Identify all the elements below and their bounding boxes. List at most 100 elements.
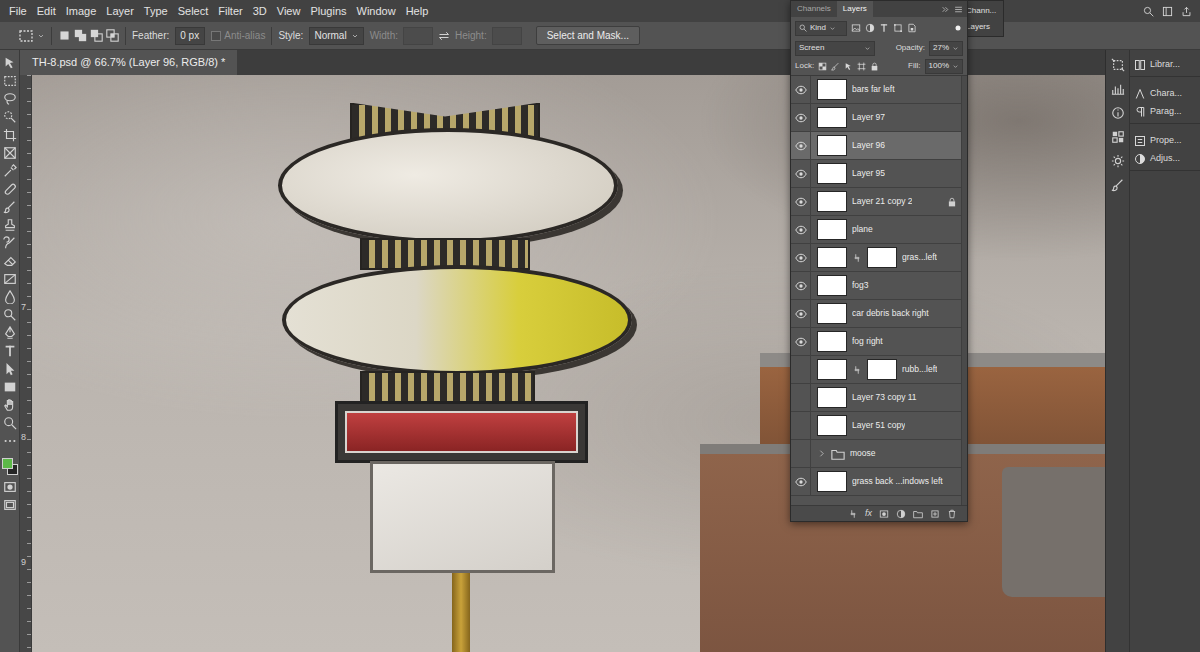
blend-mode-select[interactable]: Screen	[795, 41, 875, 56]
layer-row[interactable]: bars far left	[791, 76, 961, 104]
layer-content[interactable]: Layer 21 copy 2	[811, 188, 961, 215]
layer-row[interactable]: Layer 95	[791, 160, 961, 188]
filter-toggle-icon[interactable]	[953, 23, 963, 33]
layer-row[interactable]: moose	[791, 440, 961, 468]
mask-thumbnail[interactable]	[867, 359, 897, 380]
move-icon[interactable]	[3, 56, 17, 70]
intersect-selection-icon[interactable]	[106, 29, 119, 42]
link-icon[interactable]	[852, 253, 862, 263]
height-field[interactable]	[492, 27, 522, 45]
layer-content[interactable]: gras...left	[811, 244, 961, 271]
pixel-filter-icon[interactable]	[851, 23, 861, 33]
menu-item[interactable]: File	[4, 1, 32, 22]
lasso-icon[interactable]	[3, 92, 17, 106]
lock-artboard-icon[interactable]	[857, 62, 866, 71]
adjustment-filter-icon[interactable]	[865, 23, 875, 33]
layer-row[interactable]: grass back ...indows left	[791, 468, 961, 496]
add-mask-icon[interactable]	[879, 509, 889, 519]
panel-menu-icon[interactable]	[954, 5, 963, 14]
pen-icon[interactable]	[3, 326, 17, 340]
subtract-selection-icon[interactable]	[90, 29, 103, 42]
dropdown-icon[interactable]	[37, 32, 45, 40]
eye-icon[interactable]	[795, 476, 807, 488]
layer-content[interactable]: bars far left	[811, 76, 961, 103]
scrollbar[interactable]	[961, 76, 967, 505]
layer-row[interactable]: fog3	[791, 272, 961, 300]
add-selection-icon[interactable]	[74, 29, 87, 42]
gradient-icon[interactable]	[3, 272, 17, 286]
transform-icon[interactable]	[1111, 58, 1125, 72]
eye-icon[interactable]	[795, 252, 807, 264]
menu-item[interactable]: Plugins	[305, 1, 351, 22]
collapse-icon[interactable]	[941, 5, 950, 14]
menu-item[interactable]: Image	[61, 1, 102, 22]
histogram-icon[interactable]	[1111, 82, 1125, 96]
dock-panel-button[interactable]: Parag...	[1134, 104, 1196, 120]
layer-content[interactable]: fog right	[811, 328, 961, 355]
layer-row[interactable]: plane	[791, 216, 961, 244]
layer-content[interactable]: Layer 73 copy 11	[811, 384, 961, 411]
menu-item[interactable]: Help	[401, 1, 434, 22]
document-tab[interactable]: TH-8.psd @ 66.7% (Layer 96, RGB/8) *	[20, 50, 237, 75]
menu-item[interactable]: Filter	[213, 1, 247, 22]
style-select[interactable]: Normal	[309, 27, 363, 45]
menu-item[interactable]: Layer	[101, 1, 139, 22]
brushes-icon[interactable]	[1111, 178, 1125, 192]
visibility-toggle[interactable]	[791, 188, 811, 215]
layers-panel[interactable]: ChannelsLayersKindScreenOpacity:27%Lock:…	[790, 0, 968, 522]
lock-position-icon[interactable]	[844, 62, 853, 71]
hand-icon[interactable]	[3, 398, 17, 412]
visibility-toggle[interactable]	[791, 384, 811, 411]
layer-content[interactable]: Layer 96	[811, 132, 961, 159]
swatches-icon[interactable]	[1111, 130, 1125, 144]
layer-content[interactable]: moose	[811, 440, 961, 467]
layer-row[interactable]: Layer 97	[791, 104, 961, 132]
new-group-icon[interactable]	[913, 509, 923, 519]
feather-field[interactable]: 0 px	[175, 27, 205, 45]
lock-all-icon[interactable]	[870, 62, 879, 71]
layer-row[interactable]: Layer 51 copy	[791, 412, 961, 440]
info-icon[interactable]	[1111, 106, 1125, 120]
swap-icon[interactable]	[438, 30, 450, 42]
path-select-icon[interactable]	[3, 362, 17, 376]
layer-row[interactable]: Layer 73 copy 11	[791, 384, 961, 412]
filter-select[interactable]: Kind	[795, 21, 847, 36]
share-icon[interactable]	[1181, 6, 1192, 17]
shape-filter-icon[interactable]	[893, 23, 903, 33]
layer-content[interactable]: car debris back right	[811, 300, 961, 327]
rectangle-icon[interactable]	[3, 380, 17, 394]
eye-icon[interactable]	[795, 280, 807, 292]
eyedropper-icon[interactable]	[3, 164, 17, 178]
menu-item[interactable]: Edit	[32, 1, 61, 22]
panel-tab[interactable]: Channels	[791, 1, 837, 17]
adjustment-layer-icon[interactable]	[896, 509, 906, 519]
eye-icon[interactable]	[795, 336, 807, 348]
layer-row[interactable]: gras...left	[791, 244, 961, 272]
layer-content[interactable]: plane	[811, 216, 961, 243]
menu-item[interactable]: Type	[139, 1, 173, 22]
brush-icon[interactable]	[3, 200, 17, 214]
visibility-toggle[interactable]	[791, 300, 811, 327]
color-swatches[interactable]	[1, 456, 19, 476]
link-layers-icon[interactable]	[848, 509, 858, 519]
layer-row[interactable]: car debris back right	[791, 300, 961, 328]
type-filter-icon[interactable]	[879, 23, 889, 33]
layer-row[interactable]: Layer 96	[791, 132, 961, 160]
dock-panel-button[interactable]: Prope...	[1134, 133, 1196, 149]
eraser-icon[interactable]	[3, 254, 17, 268]
opacity-field[interactable]: 27%	[929, 41, 963, 56]
layer-row[interactable]: Layer 21 copy 2	[791, 188, 961, 216]
visibility-toggle[interactable]	[791, 328, 811, 355]
menu-item[interactable]: Select	[173, 1, 214, 22]
dock-panel-button[interactable]: Chara...	[1134, 86, 1196, 102]
quick-mask-icon[interactable]	[3, 480, 17, 494]
blur-icon[interactable]	[3, 290, 17, 304]
marquee-icon[interactable]	[3, 74, 17, 88]
visibility-toggle[interactable]	[791, 272, 811, 299]
lock-pixels-icon[interactable]	[831, 62, 840, 71]
sun-icon[interactable]	[1111, 154, 1125, 168]
screen-mode-icon[interactable]	[3, 498, 17, 512]
visibility-toggle[interactable]	[791, 468, 811, 495]
smart-object-filter-icon[interactable]	[907, 23, 917, 33]
dock-panel-button[interactable]: Adjus...	[1134, 151, 1196, 167]
